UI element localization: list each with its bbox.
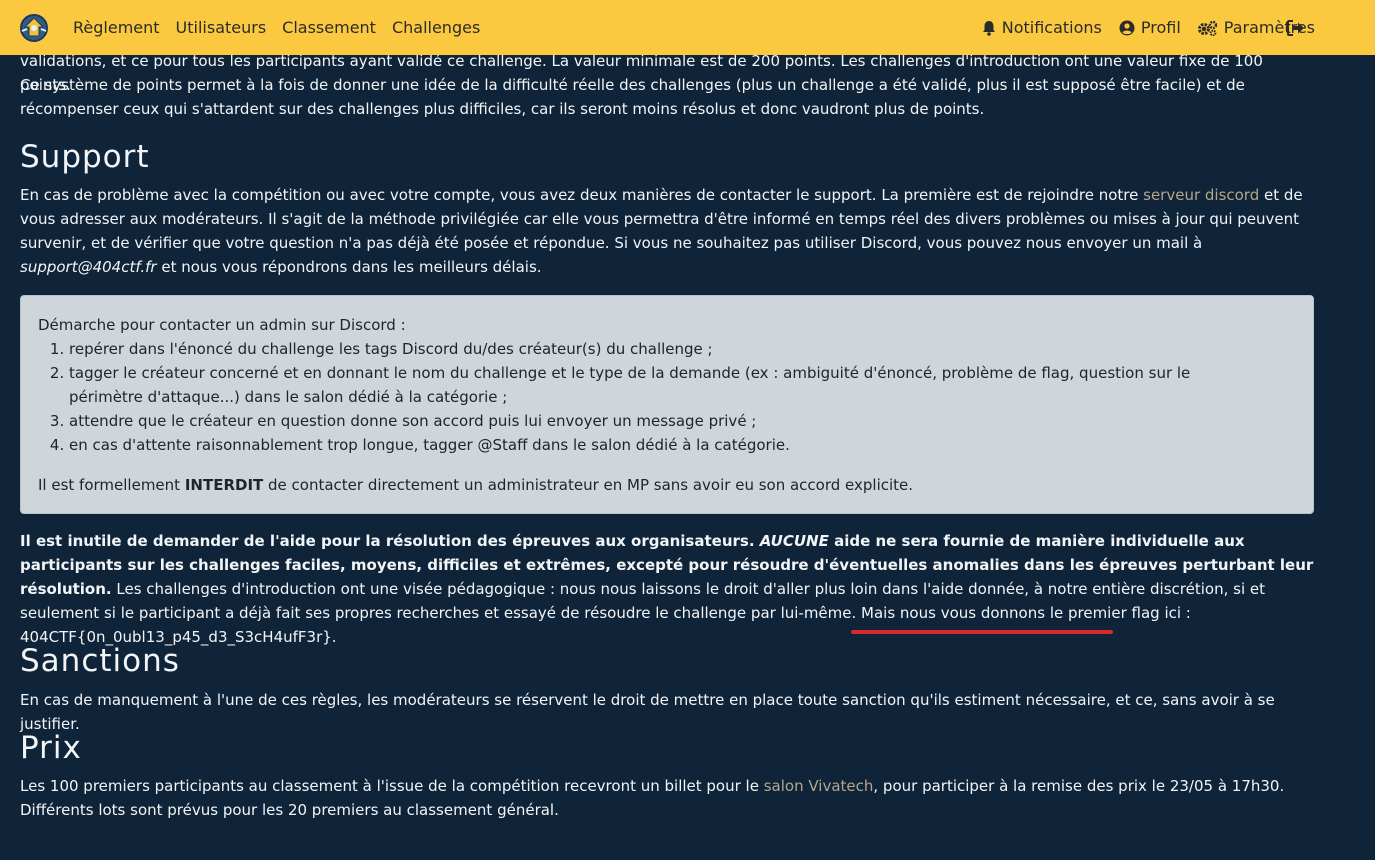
procedure-step: tagger le créateur concerné et en donnan… bbox=[69, 361, 1249, 409]
support-heading: Support bbox=[20, 139, 150, 175]
warning-text-1: Il est formellement bbox=[38, 476, 185, 494]
nav-utilisateurs[interactable]: Utilisateurs bbox=[176, 16, 267, 40]
logo-icon[interactable] bbox=[19, 13, 49, 43]
prix-heading: Prix bbox=[20, 730, 82, 766]
sanctions-paragraph: En cas de manquement à l'une de ces règl… bbox=[20, 691, 1275, 733]
help-bold-1: Il est inutile de demander de l'aide pou… bbox=[20, 532, 760, 550]
support-paragraph: En cas de problème avec la compétition o… bbox=[20, 183, 1315, 279]
procedure-intro: Démarche pour contacter un admin sur Dis… bbox=[38, 316, 406, 334]
procedure-step: repérer dans l'énoncé du challenge les t… bbox=[69, 337, 1249, 361]
gears-icon bbox=[1197, 20, 1217, 36]
warning-text-2: de contacter directement un administrate… bbox=[263, 476, 914, 494]
sanctions-heading: Sanctions bbox=[20, 643, 180, 679]
top-navbar: Règlement Utilisateurs Classement Challe… bbox=[0, 0, 1375, 55]
help-end: . bbox=[331, 628, 337, 646]
nav-classement[interactable]: Classement bbox=[282, 16, 376, 40]
discord-server-link[interactable]: serveur discord bbox=[1143, 186, 1259, 204]
procedure-step: attendre que le créateur en question don… bbox=[69, 409, 1249, 433]
nav-challenges[interactable]: Challenges bbox=[392, 16, 480, 40]
procedure-warning: Il est formellement INTERDIT de contacte… bbox=[38, 473, 913, 497]
support-email[interactable]: support@404ctf.fr bbox=[20, 258, 157, 276]
bell-icon bbox=[982, 21, 995, 36]
points-paragraph-2: Ce système de points permet à la fois de… bbox=[20, 76, 1245, 118]
vivatech-link[interactable]: salon Vivatech bbox=[764, 777, 874, 795]
procedure-steps: repérer dans l'énoncé du challenge les t… bbox=[38, 337, 1249, 457]
prix-paragraph: Les 100 premiers participants au classem… bbox=[20, 774, 1315, 822]
logout-icon[interactable] bbox=[1287, 20, 1305, 36]
help-bold-aucune: AUCUNE bbox=[759, 532, 829, 550]
notifications-label: Notifications bbox=[1001, 18, 1102, 37]
procedure-step: en cas d'attente raisonnablement trop lo… bbox=[69, 433, 1249, 457]
profil-label: Profil bbox=[1140, 18, 1181, 37]
help-text: Les challenges d'introduction ont une vi… bbox=[20, 580, 1265, 622]
nav-reglement[interactable]: Règlement bbox=[73, 16, 160, 40]
discord-procedure-box: Démarche pour contacter un admin sur Dis… bbox=[20, 295, 1314, 514]
support-text-3: et nous vous répondrons dans les meilleu… bbox=[156, 258, 542, 276]
user-circle-icon bbox=[1119, 20, 1135, 36]
prix-text-1: Les 100 premiers participants au classem… bbox=[20, 777, 764, 795]
nav-profil[interactable]: Profil bbox=[1119, 16, 1181, 40]
flag-underline-annotation bbox=[851, 630, 1113, 634]
nav-notifications[interactable]: Notifications bbox=[982, 16, 1102, 40]
support-text-1: En cas de problème avec la compétition o… bbox=[20, 186, 1144, 204]
warning-interdit: INTERDIT bbox=[184, 476, 264, 494]
help-paragraph: Il est inutile de demander de l'aide pou… bbox=[20, 529, 1315, 649]
